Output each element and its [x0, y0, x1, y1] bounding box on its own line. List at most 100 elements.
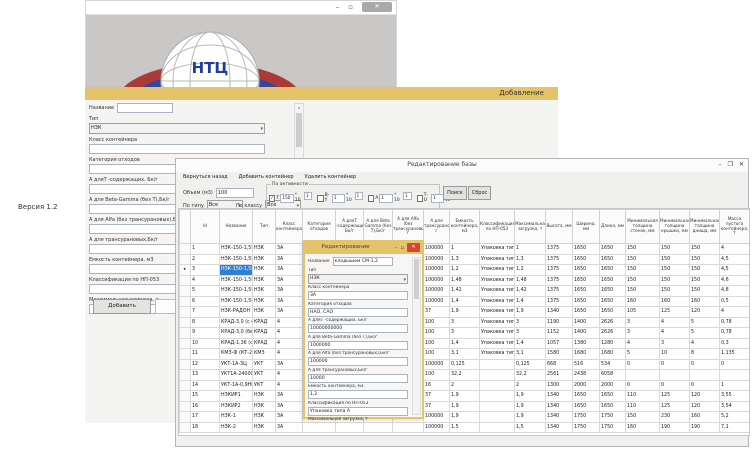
- table-cell[interactable]: 0: [626, 380, 660, 391]
- table-cell[interactable]: 120: [690, 391, 720, 402]
- table-cell[interactable]: 160: [690, 296, 720, 307]
- table-cell[interactable]: НЗК: [253, 412, 276, 423]
- column-header-16[interactable]: Минимальная толщина стенок, мм: [626, 210, 660, 244]
- table-cell[interactable]: 3А: [276, 244, 303, 255]
- table-cell[interactable]: НЗК: [253, 391, 276, 402]
- table-cell[interactable]: 5: [191, 286, 220, 297]
- table-cell[interactable]: 1152: [546, 328, 573, 339]
- table-row[interactable]: 8КРАД-3,0 (с от..КРАД41003Упаковка типа …: [180, 317, 750, 328]
- table-cell[interactable]: 1340: [546, 401, 573, 412]
- table-cell[interactable]: 1375: [546, 244, 573, 255]
- table-cell[interactable]: 1650: [600, 244, 626, 255]
- table-cell[interactable]: 3,55: [720, 391, 750, 402]
- table-cell[interactable]: 2000: [600, 380, 626, 391]
- table-cell[interactable]: 2561: [546, 370, 573, 381]
- table-cell[interactable]: УКТ: [253, 380, 276, 391]
- table-cell[interactable]: 2: [450, 380, 480, 391]
- table-cell[interactable]: Упаковка типа А: [480, 244, 515, 255]
- maximize-icon[interactable]: ▫: [348, 3, 353, 11]
- table-cell[interactable]: 1340: [546, 307, 573, 318]
- table-cell[interactable]: КРАД: [253, 328, 276, 339]
- table-cell[interactable]: Упаковка типа А: [480, 286, 515, 297]
- table-cell[interactable]: 5: [626, 349, 660, 360]
- table-cell[interactable]: 9: [191, 328, 220, 339]
- dialog-scrollbar[interactable]: [412, 257, 421, 415]
- table-row[interactable]: 4НЗК-150-1,5П-А..НЗК3А1000001,48Упаковка…: [180, 275, 750, 286]
- activity-value-input[interactable]: 1: [379, 194, 393, 203]
- table-cell[interactable]: 1375: [546, 265, 573, 276]
- table-cell[interactable]: [480, 401, 515, 412]
- column-header-18[interactable]: Минимальная толщина днища, мм: [690, 210, 720, 244]
- row-selector[interactable]: [180, 286, 191, 297]
- table-cell[interactable]: 230: [660, 412, 690, 423]
- add-form-select[interactable]: НЗК▾: [89, 123, 265, 134]
- table-cell[interactable]: 100: [424, 317, 450, 328]
- table-cell[interactable]: 0: [660, 380, 690, 391]
- table-cell[interactable]: 1,4: [515, 338, 546, 349]
- table-cell[interactable]: 150: [690, 254, 720, 265]
- minimize-icon[interactable]: –: [719, 161, 722, 168]
- table-cell[interactable]: 1,9: [515, 412, 546, 423]
- row-selector[interactable]: [180, 296, 191, 307]
- table-cell[interactable]: 4: [720, 244, 750, 255]
- row-selector[interactable]: [180, 380, 191, 391]
- table-cell[interactable]: 12: [191, 359, 220, 370]
- table-cell[interactable]: 1650: [600, 265, 626, 276]
- table-cell[interactable]: 1650: [573, 391, 600, 402]
- table-cell[interactable]: 0: [626, 359, 660, 370]
- table-cell[interactable]: 1,3: [515, 254, 546, 265]
- add-form-input[interactable]: [89, 144, 265, 154]
- table-cell[interactable]: 2626: [600, 317, 626, 328]
- table-cell[interactable]: [660, 370, 690, 381]
- table-cell[interactable]: УКТ-1А-3Ц: [220, 359, 253, 370]
- table-cell[interactable]: 1650: [600, 401, 626, 412]
- table-cell[interactable]: 100000: [424, 296, 450, 307]
- table-cell[interactable]: 1650: [573, 401, 600, 412]
- table-cell[interactable]: 120: [690, 307, 720, 318]
- table-cell[interactable]: 150: [626, 244, 660, 255]
- table-cell[interactable]: 4: [690, 338, 720, 349]
- column-header-13[interactable]: Высота, мм: [546, 210, 573, 244]
- table-cell[interactable]: 1,9: [450, 412, 480, 423]
- activity-exponent-input[interactable]: 3: [304, 192, 312, 200]
- table-cell[interactable]: 0,5: [720, 296, 750, 307]
- table-cell[interactable]: 3А: [276, 401, 303, 412]
- table-cell[interactable]: НЗК: [253, 265, 276, 276]
- table-cell[interactable]: 100000: [424, 359, 450, 370]
- table-cell[interactable]: 1375: [546, 296, 573, 307]
- table-cell[interactable]: 0: [660, 359, 690, 370]
- table-cell[interactable]: 3А: [276, 359, 303, 370]
- table-row[interactable]: 7НЗК-РАДОН КЗ..НЗК3А371,9Упаковка типа А…: [180, 307, 750, 318]
- table-cell[interactable]: 3,1: [515, 349, 546, 360]
- table-cell[interactable]: 1650: [573, 244, 600, 255]
- table-cell[interactable]: 1650: [600, 307, 626, 318]
- row-selector[interactable]: [180, 391, 191, 402]
- table-cell[interactable]: КРАД-3,0 (с от..: [220, 317, 253, 328]
- table-cell[interactable]: 1,9: [450, 307, 480, 318]
- table-cell[interactable]: 190: [660, 422, 690, 433]
- dialog-form-input[interactable]: 10000: [308, 374, 408, 383]
- table-cell[interactable]: 1340: [546, 422, 573, 433]
- table-cell[interactable]: 0: [690, 380, 720, 391]
- activity-exponent-input[interactable]: 1: [403, 192, 411, 200]
- table-cell[interactable]: 100000: [424, 254, 450, 265]
- table-cell[interactable]: [480, 370, 515, 381]
- table-cell[interactable]: 160: [626, 296, 660, 307]
- table-cell[interactable]: 8: [191, 317, 220, 328]
- table-cell[interactable]: 2626: [600, 328, 626, 339]
- table-cell[interactable]: 150: [626, 254, 660, 265]
- table-cell[interactable]: 3,1: [450, 349, 480, 360]
- minimize-icon[interactable]: –: [336, 3, 340, 11]
- table-cell[interactable]: Упаковка типа ..: [480, 338, 515, 349]
- table-row[interactable]: 11КМЗ-Ф (КТ-2-00..КМЗ41003,1Упаковка тип…: [180, 349, 750, 360]
- table-cell[interactable]: 3А: [276, 307, 303, 318]
- dialog-form-input[interactable]: 1000000: [308, 341, 408, 350]
- table-cell[interactable]: 160: [626, 422, 660, 433]
- table-cell[interactable]: 1400: [573, 317, 600, 328]
- table-cell[interactable]: 1057: [546, 338, 573, 349]
- table-cell[interactable]: 3А: [276, 254, 303, 265]
- dialog-form-input[interactable]: 1,2: [308, 390, 408, 399]
- table-cell[interactable]: 8: [690, 349, 720, 360]
- table-cell[interactable]: 1750: [573, 412, 600, 423]
- table-cell[interactable]: 0,125: [515, 359, 546, 370]
